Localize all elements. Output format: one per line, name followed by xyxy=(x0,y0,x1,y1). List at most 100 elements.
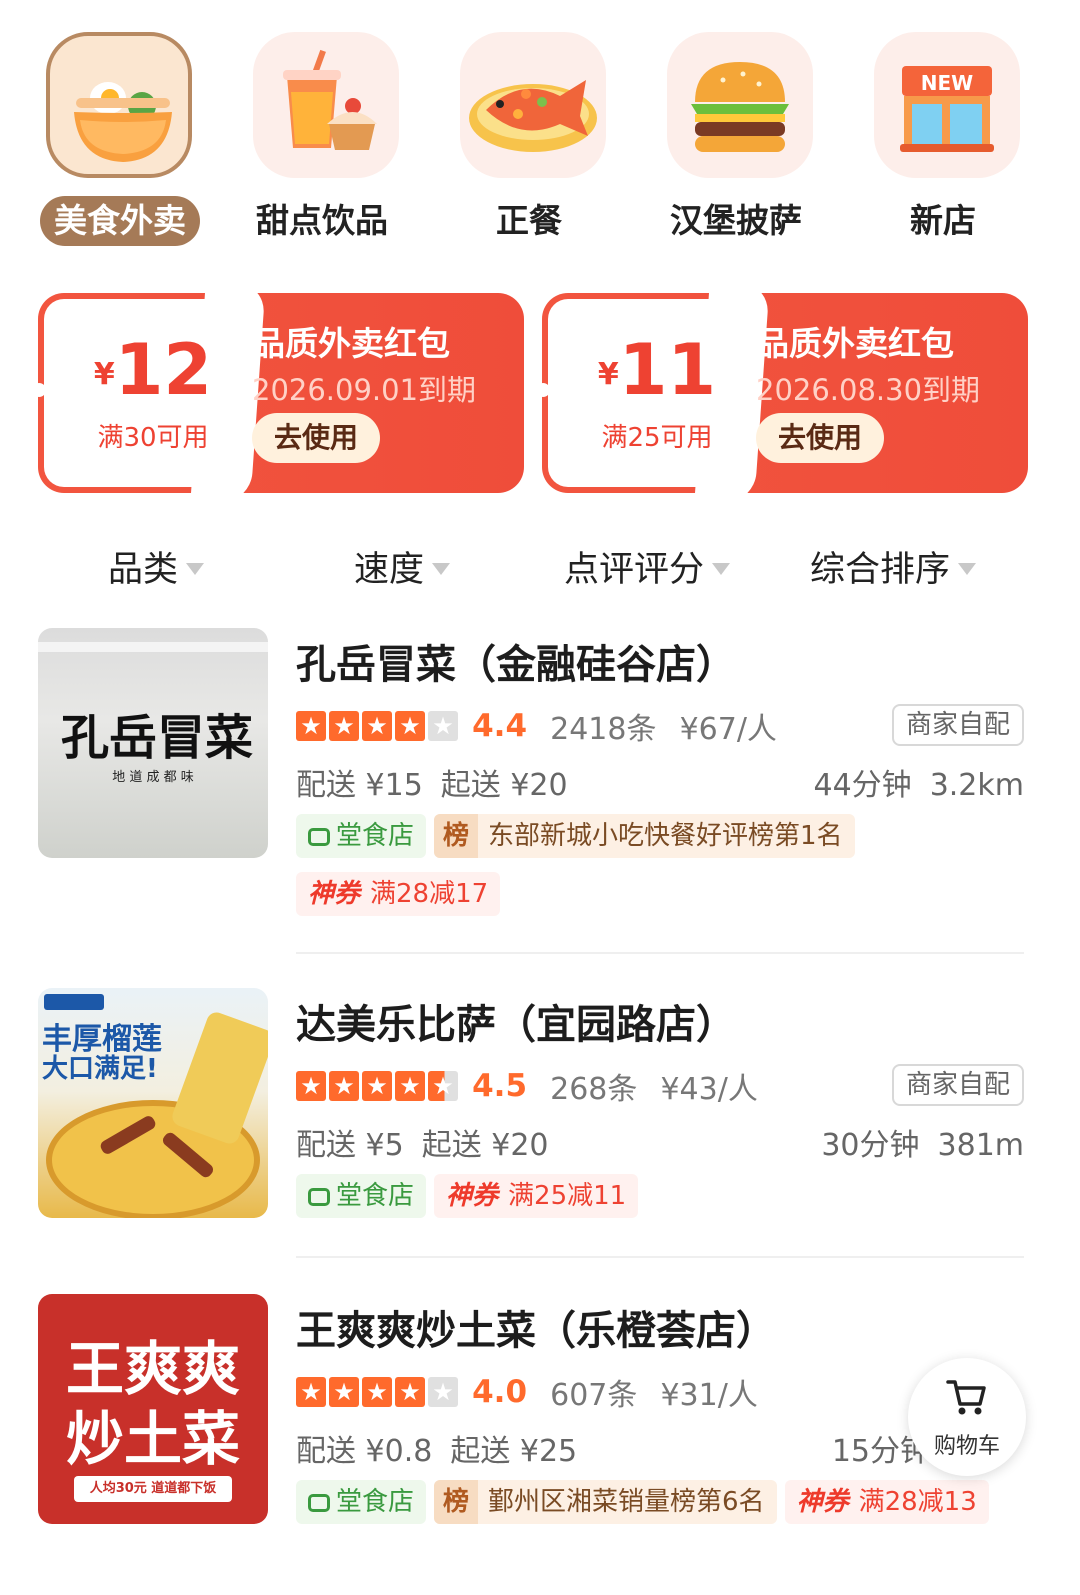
store-name: 孔岳冒菜（金融硅谷店） xyxy=(296,642,736,688)
star-icon: ★ xyxy=(395,711,425,741)
super-coupon-tag: 神券 满28减17 xyxy=(296,872,501,916)
coupon-title: 品质外卖红包 xyxy=(252,324,450,363)
category-label: 汉堡披萨 xyxy=(670,201,802,240)
rating-row: ★ ★ ★ ★ ★ 4.4 2418条 ¥67/人 xyxy=(296,704,777,747)
tag-row: 堂食店榜东部新城小吃快餐好评榜第1名 xyxy=(296,814,863,858)
per-person-price: ¥67/人 xyxy=(679,712,777,747)
use-coupon-button[interactable]: 去使用 xyxy=(252,413,380,463)
star-icon: ★ xyxy=(329,1071,359,1101)
filter-speed[interactable]: 速度 xyxy=(354,540,451,600)
review-count: 2418条 xyxy=(550,712,657,747)
star-icon: ★ xyxy=(362,711,392,741)
eta-distance: 44分钟 3.2km xyxy=(813,768,1025,803)
star-icon: ★ xyxy=(329,1377,359,1407)
category-burger-pizza[interactable]: 汉堡披萨 xyxy=(651,30,821,250)
rating-score: 4.4 xyxy=(472,708,528,744)
rating-score: 4.0 xyxy=(472,1374,528,1410)
category-row: 美食外卖 甜点饮品 正餐 汉堡披萨 NEW 新店 xyxy=(0,30,1080,250)
cart-button[interactable]: 购物车 xyxy=(908,1358,1026,1476)
coupon-card[interactable]: ¥11 满25可用 品质外卖红包 2026.08.30到期 去使用 xyxy=(542,293,1028,493)
coupon-condition: 满25可用 xyxy=(601,423,713,453)
review-count: 607条 xyxy=(550,1378,638,1413)
tag-row: 堂食店 神券 满25减11 xyxy=(296,1174,646,1218)
coupon-card[interactable]: ¥12 满30可用 品质外卖红包 2026.09.01到期 去使用 xyxy=(38,293,524,493)
store-thumbnail: 孔岳冒菜 地 道 成 都 味 xyxy=(38,628,268,858)
star-icon: ★ xyxy=(296,1377,326,1407)
delivery-info: 配送 ¥15 起送 ¥20 xyxy=(296,768,568,803)
caret-down-icon xyxy=(712,563,731,575)
self-delivery-badge: 商家自配 xyxy=(891,1064,1024,1106)
divider xyxy=(296,952,1024,954)
tag-row: 堂食店榜鄞州区湘菜销量榜第6名 神券 满28减13 xyxy=(296,1480,997,1524)
star-rating: ★ ★ ★ ★ ★ xyxy=(296,1071,461,1101)
cart-label: 购物车 xyxy=(933,1434,1000,1459)
store-icon xyxy=(308,1188,330,1206)
store-icon xyxy=(308,1494,330,1512)
ranking-tag: 榜鄞州区湘菜销量榜第6名 xyxy=(434,1480,777,1524)
star-icon: ★ xyxy=(428,711,458,741)
delivery-info: 配送 ¥0.8 起送 ¥25 xyxy=(296,1434,578,1469)
star-rating: ★ ★ ★ ★ ★ xyxy=(296,1377,461,1407)
rating-row: ★ ★ ★ ★ ★ 4.5 268条 ¥43/人 xyxy=(296,1064,758,1107)
store-name: 达美乐比萨（宜园路店） xyxy=(296,1002,736,1048)
rating-score: 4.5 xyxy=(472,1068,528,1104)
noodle-bowl-icon xyxy=(46,32,192,178)
category-label: 美食外卖 xyxy=(40,196,200,246)
drink-cake-icon xyxy=(253,32,399,178)
store-name: 王爽爽炒土菜（乐橙荟店） xyxy=(296,1308,776,1354)
filter-rating[interactable]: 点评评分 xyxy=(564,540,731,600)
coupon-expiry: 2026.09.01到期 xyxy=(252,373,477,407)
tag-row: 神券 满28减17 xyxy=(296,872,508,916)
divider xyxy=(296,1256,1024,1258)
star-icon: ★ xyxy=(329,711,359,741)
caret-down-icon xyxy=(186,563,205,575)
coupon-title: 品质外卖红包 xyxy=(756,324,954,363)
star-icon: ★ xyxy=(395,1071,425,1101)
category-label: 甜点饮品 xyxy=(256,201,388,240)
new-store-icon: NEW xyxy=(874,32,1020,178)
super-coupon-tag: 神券 满25减11 xyxy=(434,1174,639,1218)
store-icon xyxy=(308,828,330,846)
star-icon: ★ xyxy=(362,1377,392,1407)
coupon-expiry: 2026.08.30到期 xyxy=(756,373,981,407)
caret-down-icon xyxy=(958,563,977,575)
category-label: 正餐 xyxy=(496,201,562,240)
delivery-info: 配送 ¥5 起送 ¥20 xyxy=(296,1128,549,1163)
eta-distance: 30分钟 381m xyxy=(821,1128,1024,1163)
per-person-price: ¥43/人 xyxy=(660,1072,758,1107)
star-icon: ★ xyxy=(296,1071,326,1101)
super-coupon-tag: 神券 满28减13 xyxy=(784,1480,989,1524)
review-count: 268条 xyxy=(550,1072,638,1107)
star-icon: ★ xyxy=(362,1071,392,1101)
self-delivery-badge: 商家自配 xyxy=(891,704,1024,746)
star-rating: ★ ★ ★ ★ ★ xyxy=(296,711,461,741)
coupon-amount: ¥12 xyxy=(93,329,213,411)
star-icon: ★ xyxy=(428,1071,458,1101)
use-coupon-button[interactable]: 去使用 xyxy=(756,413,884,463)
coupon-condition: 满30可用 xyxy=(97,423,209,453)
category-new-store[interactable]: NEW 新店 xyxy=(858,30,1028,250)
dine-in-tag: 堂食店 xyxy=(296,814,427,858)
ranking-tag: 榜东部新城小吃快餐好评榜第1名 xyxy=(434,814,855,858)
fish-dish-icon xyxy=(460,32,606,178)
shopping-cart-icon xyxy=(946,1376,988,1422)
category-food-delivery[interactable]: 美食外卖 xyxy=(30,30,200,250)
dine-in-tag: 堂食店 xyxy=(296,1480,427,1524)
rating-row: ★ ★ ★ ★ ★ 4.0 607条 ¥31/人 xyxy=(296,1370,758,1413)
per-person-price: ¥31/人 xyxy=(660,1378,758,1413)
category-label: 新店 xyxy=(910,201,976,240)
star-icon: ★ xyxy=(395,1377,425,1407)
coupon-amount: ¥11 xyxy=(597,329,717,411)
filter-category[interactable]: 品类 xyxy=(108,540,205,600)
store-thumbnail: 王爽爽 炒土菜 人均30元 道道都下饭 xyxy=(38,1294,268,1524)
ranking-icon: 榜 xyxy=(434,814,479,858)
dine-in-tag: 堂食店 xyxy=(296,1174,427,1218)
category-main-course[interactable]: 正餐 xyxy=(444,30,614,250)
star-icon: ★ xyxy=(428,1377,458,1407)
category-dessert-drinks[interactable]: 甜点饮品 xyxy=(237,30,407,250)
caret-down-icon xyxy=(432,563,451,575)
ranking-icon: 榜 xyxy=(434,1480,479,1524)
burger-icon xyxy=(667,32,813,178)
store-thumbnail: 丰厚榴莲 大口满足! xyxy=(38,988,268,1218)
filter-sort[interactable]: 综合排序 xyxy=(810,540,977,600)
